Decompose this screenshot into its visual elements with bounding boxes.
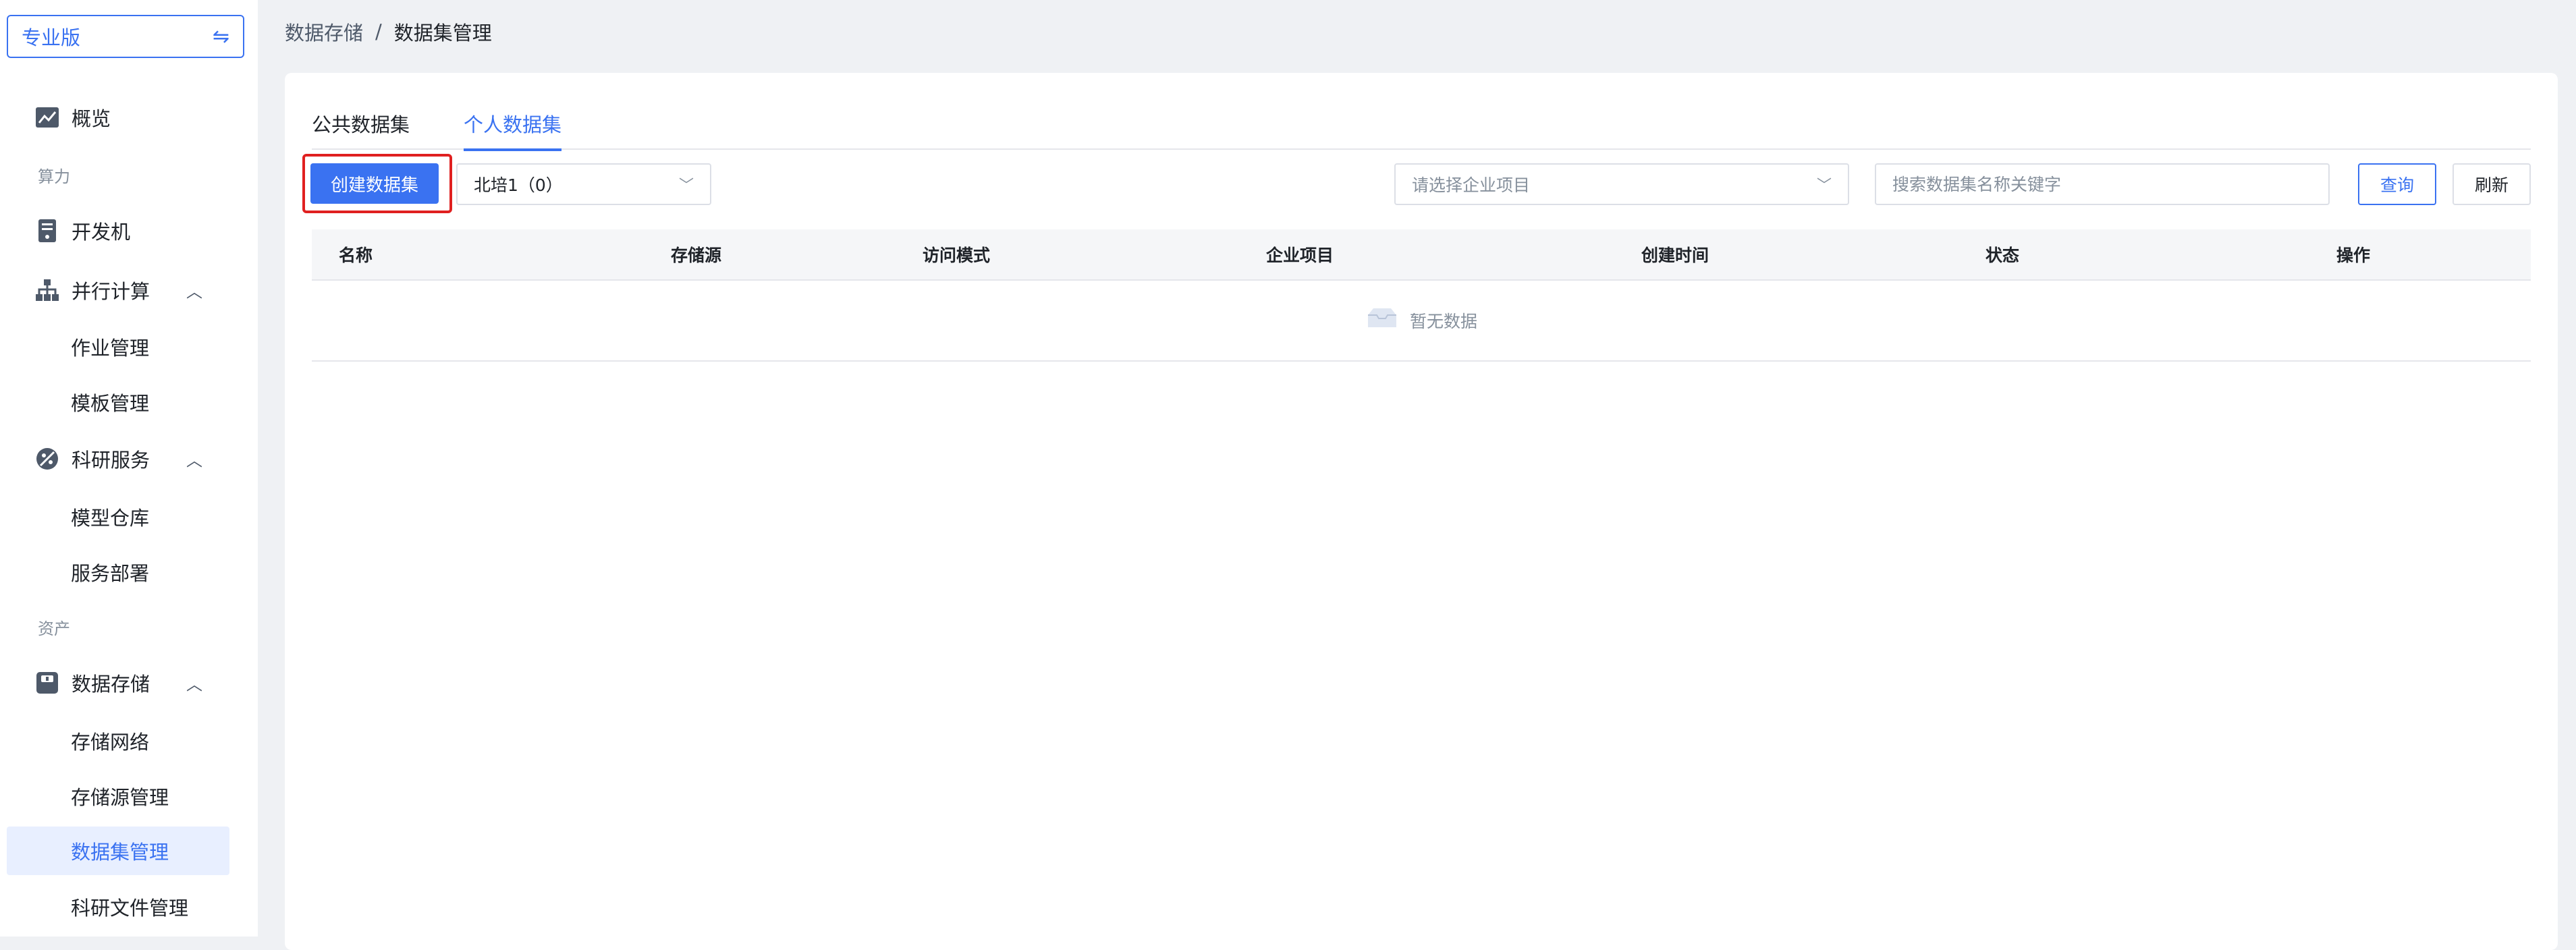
section-label-assets: 资产 bbox=[38, 619, 70, 638]
refresh-button[interactable]: 刷新 bbox=[2452, 163, 2531, 205]
column-header-project: 企业项目 bbox=[1266, 246, 1334, 265]
sidebar-item-label: 数据存储 bbox=[72, 673, 150, 696]
table-header: 名称 存储源 访问模式 企业项目 创建时间 状态 操作 bbox=[312, 229, 2531, 281]
query-button[interactable]: 查询 bbox=[2358, 163, 2436, 205]
edition-switcher[interactable]: 专业版 ⇋ bbox=[7, 15, 244, 58]
section-label-compute: 算力 bbox=[38, 167, 70, 186]
chevron-up-icon: ︿ bbox=[186, 675, 202, 694]
tab-public-datasets[interactable]: 公共数据集 bbox=[312, 105, 410, 150]
highlight-box: 创建数据集 bbox=[302, 154, 452, 213]
sidebar-item-label: 并行计算 bbox=[72, 280, 150, 303]
chart-trend-icon bbox=[34, 104, 61, 131]
server-icon bbox=[34, 217, 61, 244]
search-input[interactable] bbox=[1875, 163, 2330, 205]
region-select-value: 北培1（0） bbox=[474, 175, 563, 195]
sidebar-item-parallel-compute[interactable]: 并行计算 ︿ bbox=[7, 266, 229, 314]
sidebar-item-dataset-management[interactable]: 数据集管理 bbox=[7, 827, 229, 875]
sidebar-item-research-services[interactable]: 科研服务 ︿ bbox=[7, 435, 229, 483]
region-select[interactable]: 北培1（0） ﹀ bbox=[456, 163, 711, 205]
sidebar-item-dev-machine[interactable]: 开发机 bbox=[7, 206, 229, 255]
sidebar-item-label: 作业管理 bbox=[71, 337, 150, 360]
breadcrumb-separator: / bbox=[375, 20, 382, 43]
column-header-created-time: 创建时间 bbox=[1641, 246, 1709, 265]
sidebar-item-storage-source[interactable]: 存储源管理 bbox=[7, 772, 229, 820]
column-header-actions: 操作 bbox=[2336, 246, 2371, 265]
column-header-status: 状态 bbox=[1985, 246, 2020, 265]
column-header-storage-source: 存储源 bbox=[671, 246, 722, 265]
empty-box-icon bbox=[1365, 307, 1399, 334]
empty-state: 暂无数据 bbox=[312, 281, 2531, 362]
tab-bar: 公共数据集 个人数据集 bbox=[312, 105, 2531, 151]
sidebar-item-label: 存储源管理 bbox=[71, 786, 169, 809]
hierarchy-icon bbox=[34, 277, 61, 304]
research-icon bbox=[34, 445, 61, 472]
sidebar-item-label: 模板管理 bbox=[71, 392, 150, 415]
sidebar-item-job-management[interactable]: 作业管理 bbox=[7, 323, 229, 371]
project-select-placeholder: 请选择企业项目 bbox=[1412, 175, 1531, 195]
create-dataset-button[interactable]: 创建数据集 bbox=[310, 163, 439, 204]
sidebar-item-storage-network[interactable]: 存储网络 bbox=[7, 717, 229, 765]
content-card: 公共数据集 个人数据集 创建数据集 北培1（0） ﹀ 请选择企业项目 ﹀ 查询 … bbox=[285, 73, 2558, 950]
chevron-down-icon: ﹀ bbox=[678, 177, 694, 194]
breadcrumb-parent[interactable]: 数据存储 bbox=[285, 18, 363, 46]
sidebar-item-service-deployment[interactable]: 服务部署 bbox=[7, 548, 229, 596]
sidebar-item-label: 科研服务 bbox=[72, 449, 150, 472]
empty-text: 暂无数据 bbox=[1409, 312, 1477, 331]
dataset-table: 名称 存储源 访问模式 企业项目 创建时间 状态 操作 暂无数据 bbox=[312, 229, 2531, 362]
sidebar-item-model-repository[interactable]: 模型仓库 bbox=[7, 493, 229, 541]
sidebar-item-label: 开发机 bbox=[72, 221, 131, 244]
tab-personal-datasets[interactable]: 个人数据集 bbox=[464, 105, 562, 151]
chevron-down-icon: ﹀ bbox=[1816, 177, 1832, 194]
sidebar-item-template-management[interactable]: 模板管理 bbox=[7, 378, 229, 426]
sidebar-item-overview[interactable]: 概览 bbox=[7, 93, 229, 142]
storage-icon bbox=[34, 669, 61, 696]
sidebar-item-label: 科研文件管理 bbox=[71, 897, 189, 920]
project-select[interactable]: 请选择企业项目 ﹀ bbox=[1394, 163, 1849, 205]
breadcrumb: 数据存储 / 数据集管理 bbox=[285, 18, 492, 46]
sidebar-item-data-storage[interactable]: 数据存储 ︿ bbox=[7, 659, 229, 707]
sidebar: 专业版 ⇋ 概览 算力 开发机 并行计算 ︿ 作业管理 模板管理 科研服务 ︿ … bbox=[0, 0, 258, 937]
column-header-access-mode: 访问模式 bbox=[923, 246, 991, 265]
column-header-name: 名称 bbox=[339, 246, 373, 265]
sidebar-item-research-files[interactable]: 科研文件管理 bbox=[7, 883, 229, 931]
sidebar-item-label: 服务部署 bbox=[71, 562, 150, 585]
breadcrumb-current: 数据集管理 bbox=[393, 22, 492, 45]
swap-icon: ⇋ bbox=[212, 24, 229, 49]
sidebar-item-label: 存储网络 bbox=[71, 731, 150, 754]
edition-label: 专业版 bbox=[22, 26, 81, 49]
sidebar-item-label: 数据集管理 bbox=[71, 841, 169, 864]
chevron-up-icon: ︿ bbox=[186, 282, 202, 302]
chevron-up-icon: ︿ bbox=[186, 451, 202, 470]
sidebar-item-label: 模型仓库 bbox=[71, 507, 150, 530]
sidebar-item-label: 概览 bbox=[72, 107, 111, 130]
